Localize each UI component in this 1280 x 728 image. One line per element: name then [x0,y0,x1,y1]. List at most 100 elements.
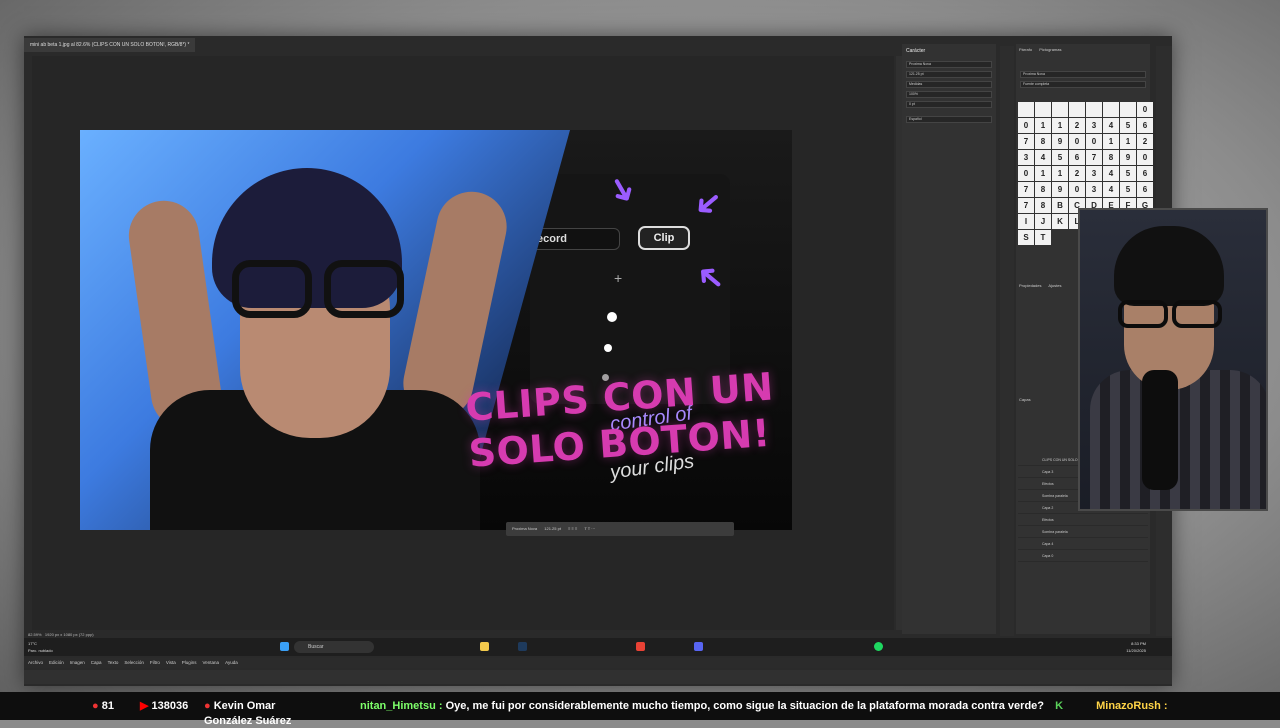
tab-paragraph[interactable]: Párrafo [1019,47,1032,52]
glyph-cell[interactable] [1086,102,1102,117]
glyph-cell[interactable]: 0 [1137,102,1153,117]
glyph-cell[interactable]: 0 [1069,134,1085,149]
ctx-size[interactable]: 121.25 pt [544,526,561,531]
tab-adjustments[interactable]: Ajustes [1048,283,1061,288]
layer-row[interactable]: Capa 4 [1018,538,1148,550]
glyph-cell[interactable]: 0 [1137,150,1153,165]
glyph-cell[interactable]: 0 [1018,166,1034,181]
glyph-cell[interactable]: 2 [1069,118,1085,133]
glyph-cell[interactable]: 7 [1018,182,1034,197]
glyph-cell[interactable]: 3 [1018,150,1034,165]
photoshop-icon[interactable] [518,642,527,651]
glyph-cell[interactable]: 1 [1035,118,1051,133]
baseline-field[interactable]: 0 pt [906,101,992,108]
character-panel-title[interactable]: Carácter [902,44,996,58]
glyph-cell[interactable]: 8 [1035,182,1051,197]
glyph-cell[interactable] [1103,102,1119,117]
font-family-field[interactable]: Proxima Nova [906,61,992,68]
menu-item[interactable]: Texto [108,660,119,665]
glyph-cell[interactable] [1052,102,1068,117]
glyph-cell[interactable]: 6 [1137,166,1153,181]
glyph-cell[interactable]: 0 [1069,182,1085,197]
glyph-cell[interactable]: 6 [1069,150,1085,165]
glyph-cell[interactable]: I [1018,214,1034,229]
chrome-icon[interactable] [636,642,645,651]
glyph-cell[interactable]: 2 [1137,134,1153,149]
glyph-cell[interactable]: 3 [1086,182,1102,197]
glyph-cell[interactable]: 1 [1052,166,1068,181]
tab-properties[interactable]: Propiedades [1019,283,1041,288]
windows-start-icon[interactable] [280,642,289,651]
glyph-cell[interactable]: 9 [1052,182,1068,197]
glyph-cell[interactable]: 1 [1103,134,1119,149]
glyph-cell[interactable]: 3 [1086,166,1102,181]
weather-widget[interactable]: 17°C Parc. nublado [28,640,53,654]
ctx-font[interactable]: Proxima Nova [512,526,537,531]
properties-tabs[interactable]: Propiedades Ajustes [1016,280,1070,291]
canvas-area[interactable]: ecord Clip + ➜ ➜ ➜ control of your clips… [32,56,894,630]
menu-item[interactable]: Plugins [182,660,197,665]
menu-item[interactable]: Ventana [203,660,220,665]
menu-item[interactable]: Selección [124,660,144,665]
menu-item[interactable]: Capa [91,660,102,665]
layers-title[interactable]: Capas [1016,394,1034,405]
menu-item[interactable]: Vista [166,660,176,665]
glyph-cell[interactable]: 9 [1120,150,1136,165]
glyph-cell[interactable]: 6 [1137,118,1153,133]
menu-item[interactable]: Edición [49,660,64,665]
glyph-cell[interactable]: 7 [1086,150,1102,165]
menu-item[interactable]: Filtro [150,660,160,665]
scale-field[interactable]: 100% [906,91,992,98]
zoom-level[interactable]: 82.59% [28,632,42,637]
glyph-cell[interactable]: 5 [1120,166,1136,181]
glyph-cell[interactable]: 1 [1052,118,1068,133]
glyph-cell[interactable]: 4 [1103,166,1119,181]
glyph-cell[interactable]: 4 [1103,118,1119,133]
glyph-cell[interactable]: 1 [1035,166,1051,181]
language-field[interactable]: Español [906,116,992,123]
glyph-cell[interactable] [1035,102,1051,117]
glyph-cell[interactable]: 3 [1086,118,1102,133]
glyphs-tabs[interactable]: Párrafo Pictogramas [1016,44,1150,55]
glyph-cell[interactable]: S [1018,230,1034,245]
options-bar[interactable] [24,670,1172,684]
glyph-cell[interactable]: 0 [1018,118,1034,133]
explorer-icon[interactable] [480,642,489,651]
glyph-cell[interactable]: T [1035,230,1051,245]
menu-item[interactable]: Archivo [28,660,43,665]
contextual-task-bar[interactable]: Proxima Nova 121.25 pt ≡ ≡ ≡ T T ⋯ [506,522,734,536]
glyph-cell[interactable]: 6 [1137,182,1153,197]
tracking-field[interactable]: Medidas [906,81,992,88]
layer-row[interactable]: Efectos [1018,514,1148,526]
layer-row[interactable]: Sombra paralela [1018,526,1148,538]
menu-item[interactable]: Ayuda [225,660,238,665]
glyph-cell[interactable]: B [1052,198,1068,213]
glyph-cell[interactable]: 0 [1086,134,1102,149]
glyph-cell[interactable]: 5 [1120,118,1136,133]
glyphs-show-field[interactable]: Fuente completa [1020,81,1146,88]
thumbnail-artboard[interactable]: ecord Clip + ➜ ➜ ➜ control of your clips… [80,130,792,530]
glyph-cell[interactable]: 5 [1052,150,1068,165]
glyph-cell[interactable]: 9 [1052,134,1068,149]
spotify-icon[interactable] [874,642,883,651]
glyph-cell[interactable]: 7 [1018,198,1034,213]
glyph-cell[interactable] [1018,102,1034,117]
glyph-cell[interactable]: 4 [1035,150,1051,165]
taskbar-clock[interactable]: 8:33 PM 11/20/2025 [1126,640,1146,654]
taskbar-search[interactable]: Buscar [294,641,374,653]
glyph-cell[interactable]: 8 [1035,198,1051,213]
panel-icon-strip[interactable] [1000,46,1014,636]
discord-icon[interactable] [694,642,703,651]
glyph-cell[interactable] [1069,102,1085,117]
ctx-text-icon[interactable]: T T ⋯ [584,526,595,531]
glyph-cell[interactable] [1120,102,1136,117]
glyph-cell[interactable]: 8 [1103,150,1119,165]
glyphs-font-field[interactable]: Proxima Nova [1020,71,1146,78]
glyph-cell[interactable]: 1 [1120,134,1136,149]
document-tab[interactable]: mini ab beta 1.jpg al 82.6% (CLIPS CON U… [24,38,196,52]
layer-row[interactable]: Capa 0 [1018,550,1148,562]
menu-item[interactable]: Imagen [70,660,85,665]
glyph-cell[interactable]: J [1035,214,1051,229]
font-size-field[interactable]: 121.25 pt [906,71,992,78]
tab-glyphs[interactable]: Pictogramas [1039,47,1061,52]
